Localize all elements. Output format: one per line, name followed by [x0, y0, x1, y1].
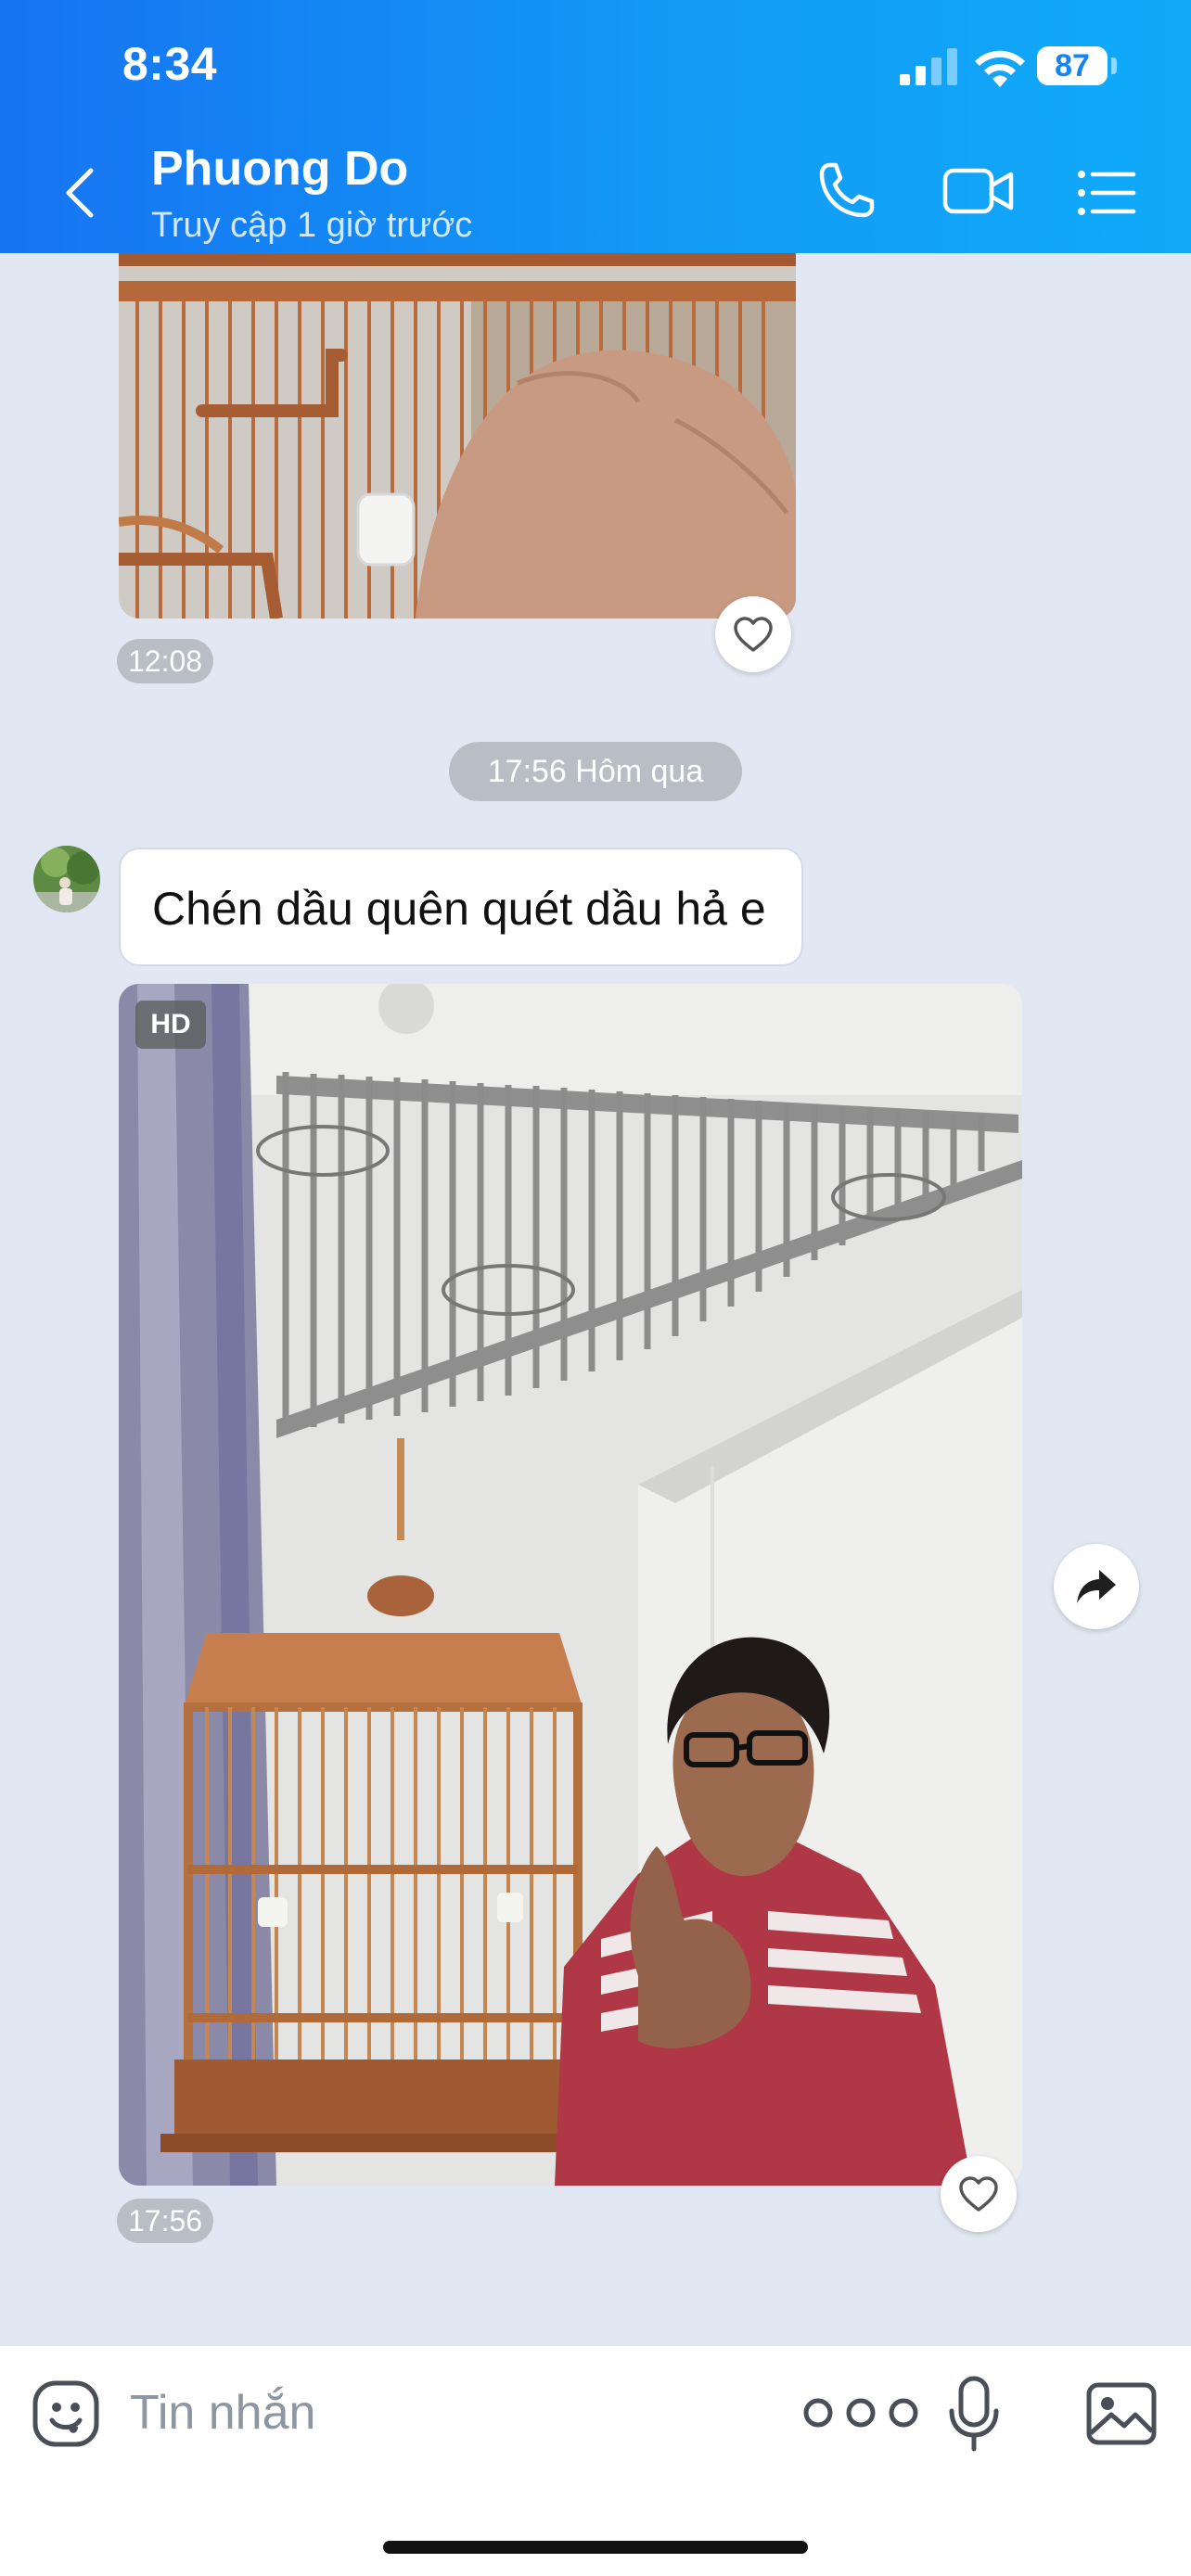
gallery-icon[interactable] [1085, 2381, 1158, 2446]
forward-button[interactable] [1054, 1544, 1139, 1629]
contact-name[interactable]: Phuong Do [151, 141, 408, 197]
react-heart-button[interactable] [941, 2156, 1017, 2232]
phone-icon[interactable] [816, 159, 877, 221]
status-time: 8:34 [122, 38, 218, 90]
share-arrow-icon [1077, 1570, 1116, 1603]
microphone-icon[interactable] [948, 2376, 1000, 2452]
back-icon[interactable] [56, 165, 108, 221]
photo-cage-hand [119, 253, 796, 618]
battery-indicator: 87 [1037, 46, 1108, 85]
list-menu-icon[interactable] [1076, 165, 1137, 221]
avatar-image [33, 846, 100, 912]
text-message-bubble[interactable]: Chén dầu quên quét dầu hả e [119, 848, 803, 966]
battery-cap [1111, 57, 1117, 74]
video-call-icon[interactable] [942, 163, 1015, 219]
heart-icon [959, 2176, 998, 2212]
message-timestamp: 12:08 [117, 639, 214, 683]
message-list[interactable]: 12:08 17:56 Hôm qua Chén dầu quên quét d… [0, 253, 1191, 2346]
hd-badge: HD [135, 1001, 206, 1049]
contact-last-seen: Truy cập 1 giờ trước [151, 206, 473, 245]
emoji-icon[interactable] [32, 2379, 100, 2448]
photo-message-man-with-cage[interactable] [119, 984, 1022, 2186]
more-icon[interactable] [800, 2394, 922, 2431]
chat-header: 8:34 87 Phuong Do Truy cập 1 giờ trước [0, 0, 1191, 253]
message-input[interactable] [130, 2376, 686, 2450]
contact-avatar[interactable] [33, 846, 100, 912]
photo-man-with-cage [119, 984, 1022, 2186]
photo-message-bird-cage-hand[interactable] [119, 253, 796, 618]
home-indicator[interactable] [383, 2541, 808, 2554]
react-heart-button[interactable] [715, 596, 791, 672]
message-timestamp: 17:56 [117, 2199, 214, 2243]
wifi-icon [975, 50, 1025, 87]
day-separator: 17:56 Hôm qua [449, 742, 742, 801]
heart-icon [734, 617, 773, 652]
cellular-signal-icon [900, 48, 957, 85]
